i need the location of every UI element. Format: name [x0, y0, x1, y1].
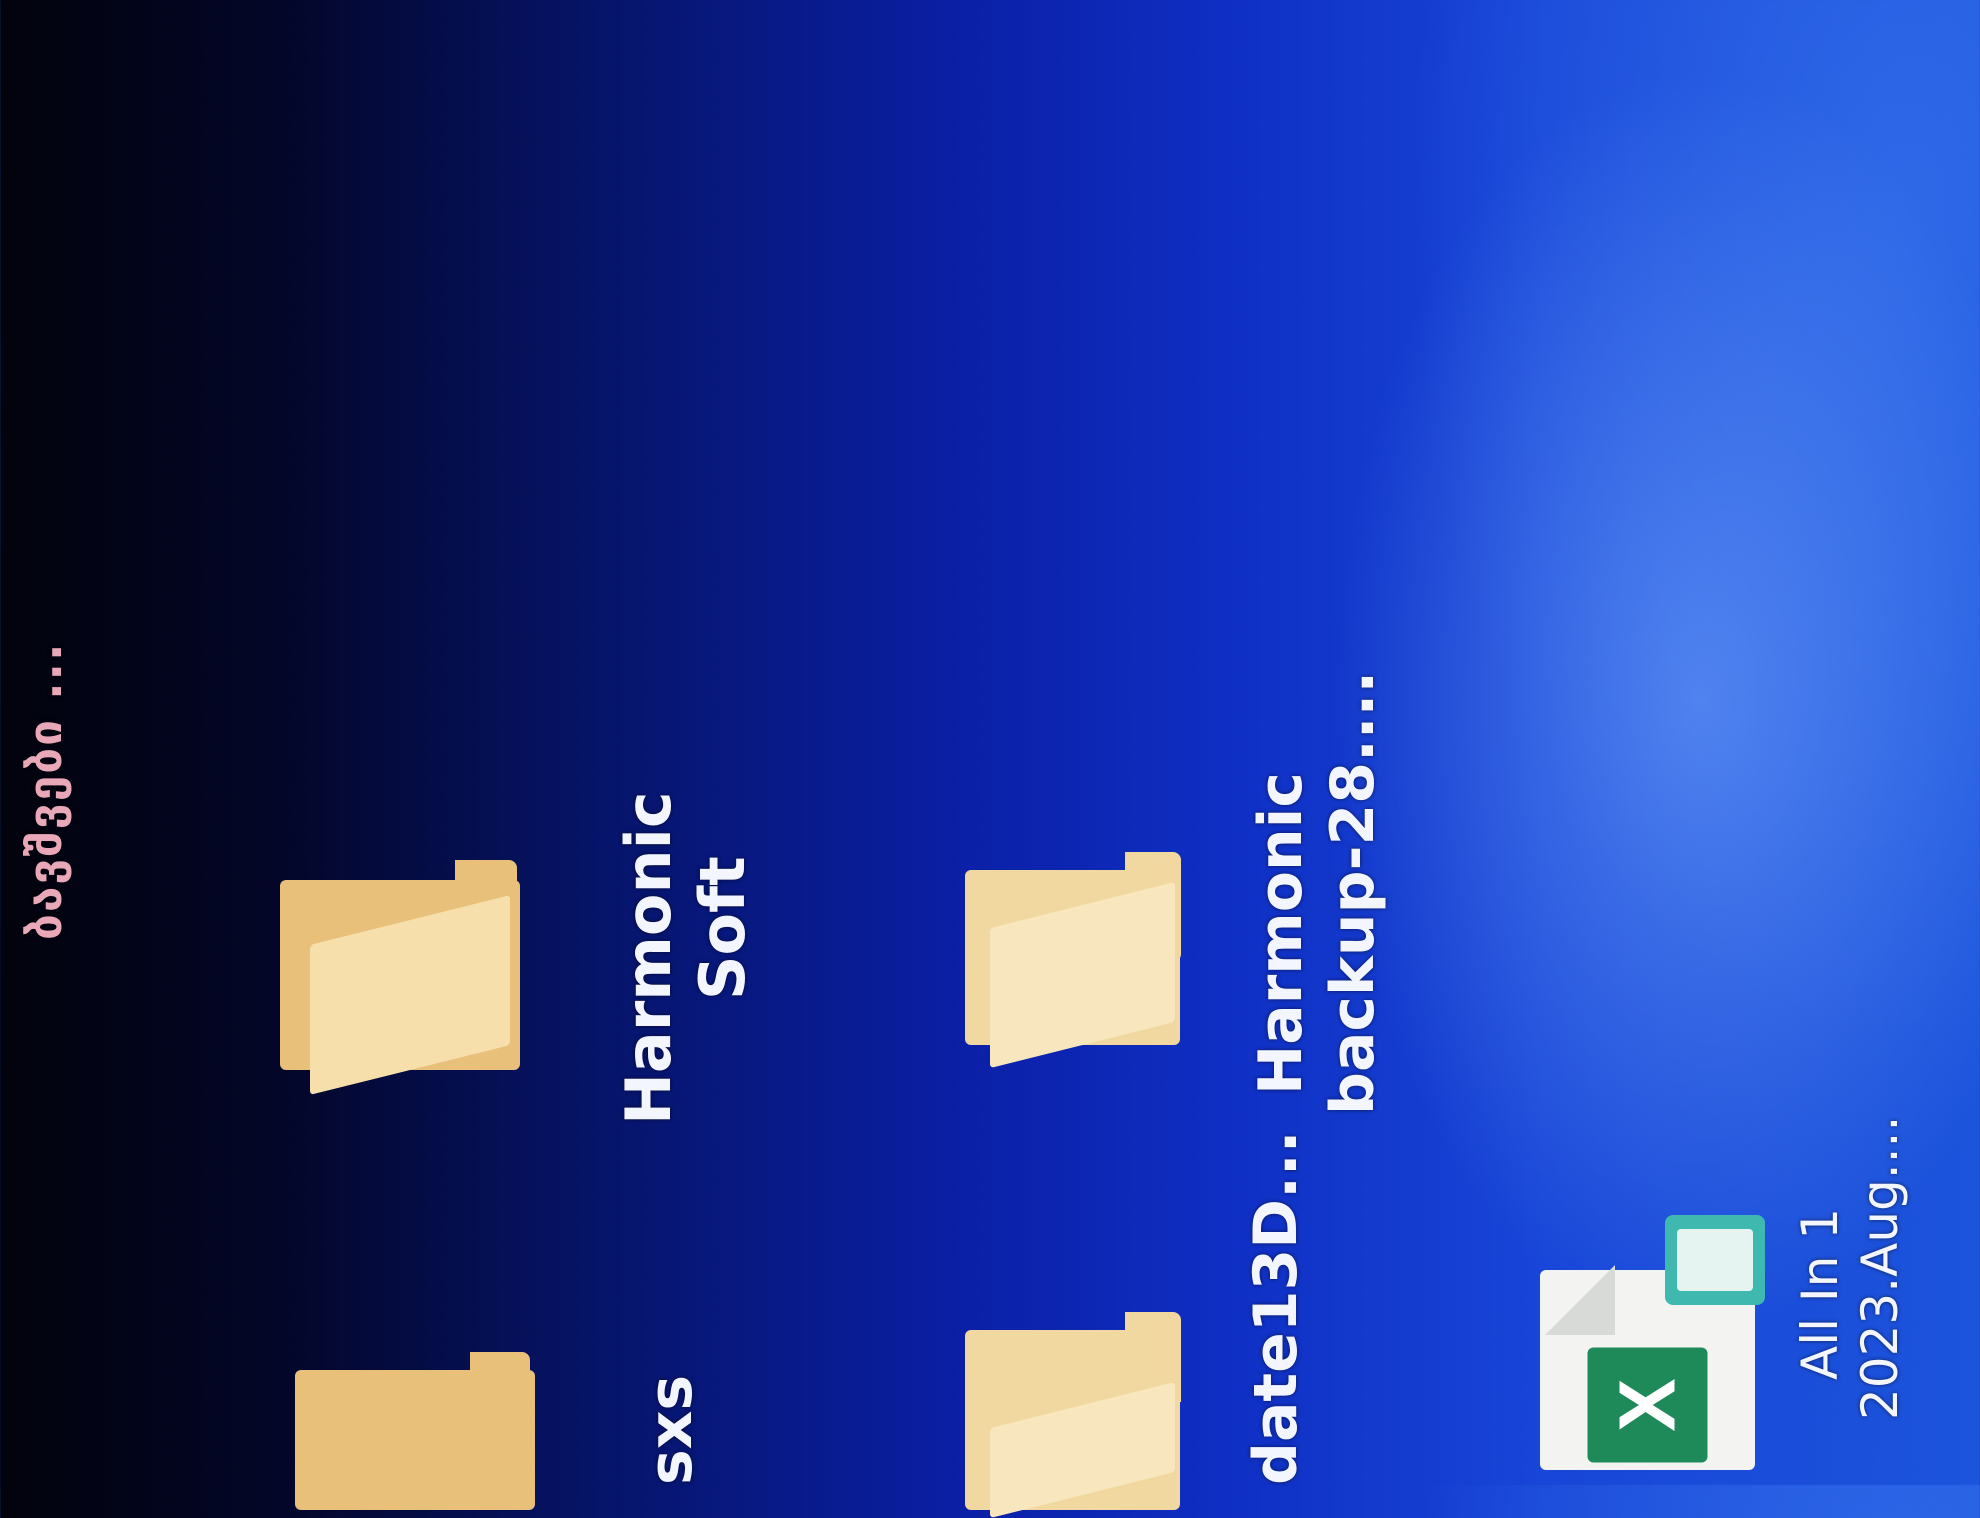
- folder-icon-sxs[interactable]: [295, 1352, 535, 1510]
- desktop[interactable]: ბავშვები ... Harmonic Soft Harmonic back…: [0, 0, 1980, 1518]
- excel-file-label[interactable]: All In 1 2023.Aug....: [1790, 1116, 1910, 1420]
- folder-label-date13d[interactable]: date13D...: [1240, 1131, 1312, 1486]
- excel-label-line1: All In 1: [1791, 1207, 1849, 1380]
- folder-label-sxs[interactable]: sxs: [635, 1375, 707, 1485]
- excel-file-icon[interactable]: X: [1535, 1215, 1775, 1475]
- teal-badge-inner: [1677, 1229, 1753, 1291]
- folder-label-harmonic-backup[interactable]: Harmonic backup-28....: [1245, 671, 1389, 1115]
- excel-label-line2: 2023.Aug....: [1851, 1115, 1909, 1420]
- folder-label-line1: Harmonic: [612, 791, 685, 1125]
- folder-label-line1: Harmonic: [1246, 772, 1316, 1095]
- excel-x-icon: X: [1587, 1347, 1708, 1463]
- folder-label-harmonic-soft[interactable]: Harmonic Soft: [612, 791, 760, 1125]
- folder-tab: [470, 1352, 530, 1422]
- folder-icon-harmonic-backup[interactable]: [965, 852, 1181, 1069]
- folder-label-line2: backup-28....: [1318, 670, 1388, 1115]
- folder-icon-date13d[interactable]: [965, 1312, 1181, 1518]
- folder-icon-harmonic-soft[interactable]: [280, 860, 520, 1095]
- desktop-item-label-top: ბავშვები ...: [18, 641, 72, 941]
- folder-label-line2: Soft: [686, 856, 759, 1001]
